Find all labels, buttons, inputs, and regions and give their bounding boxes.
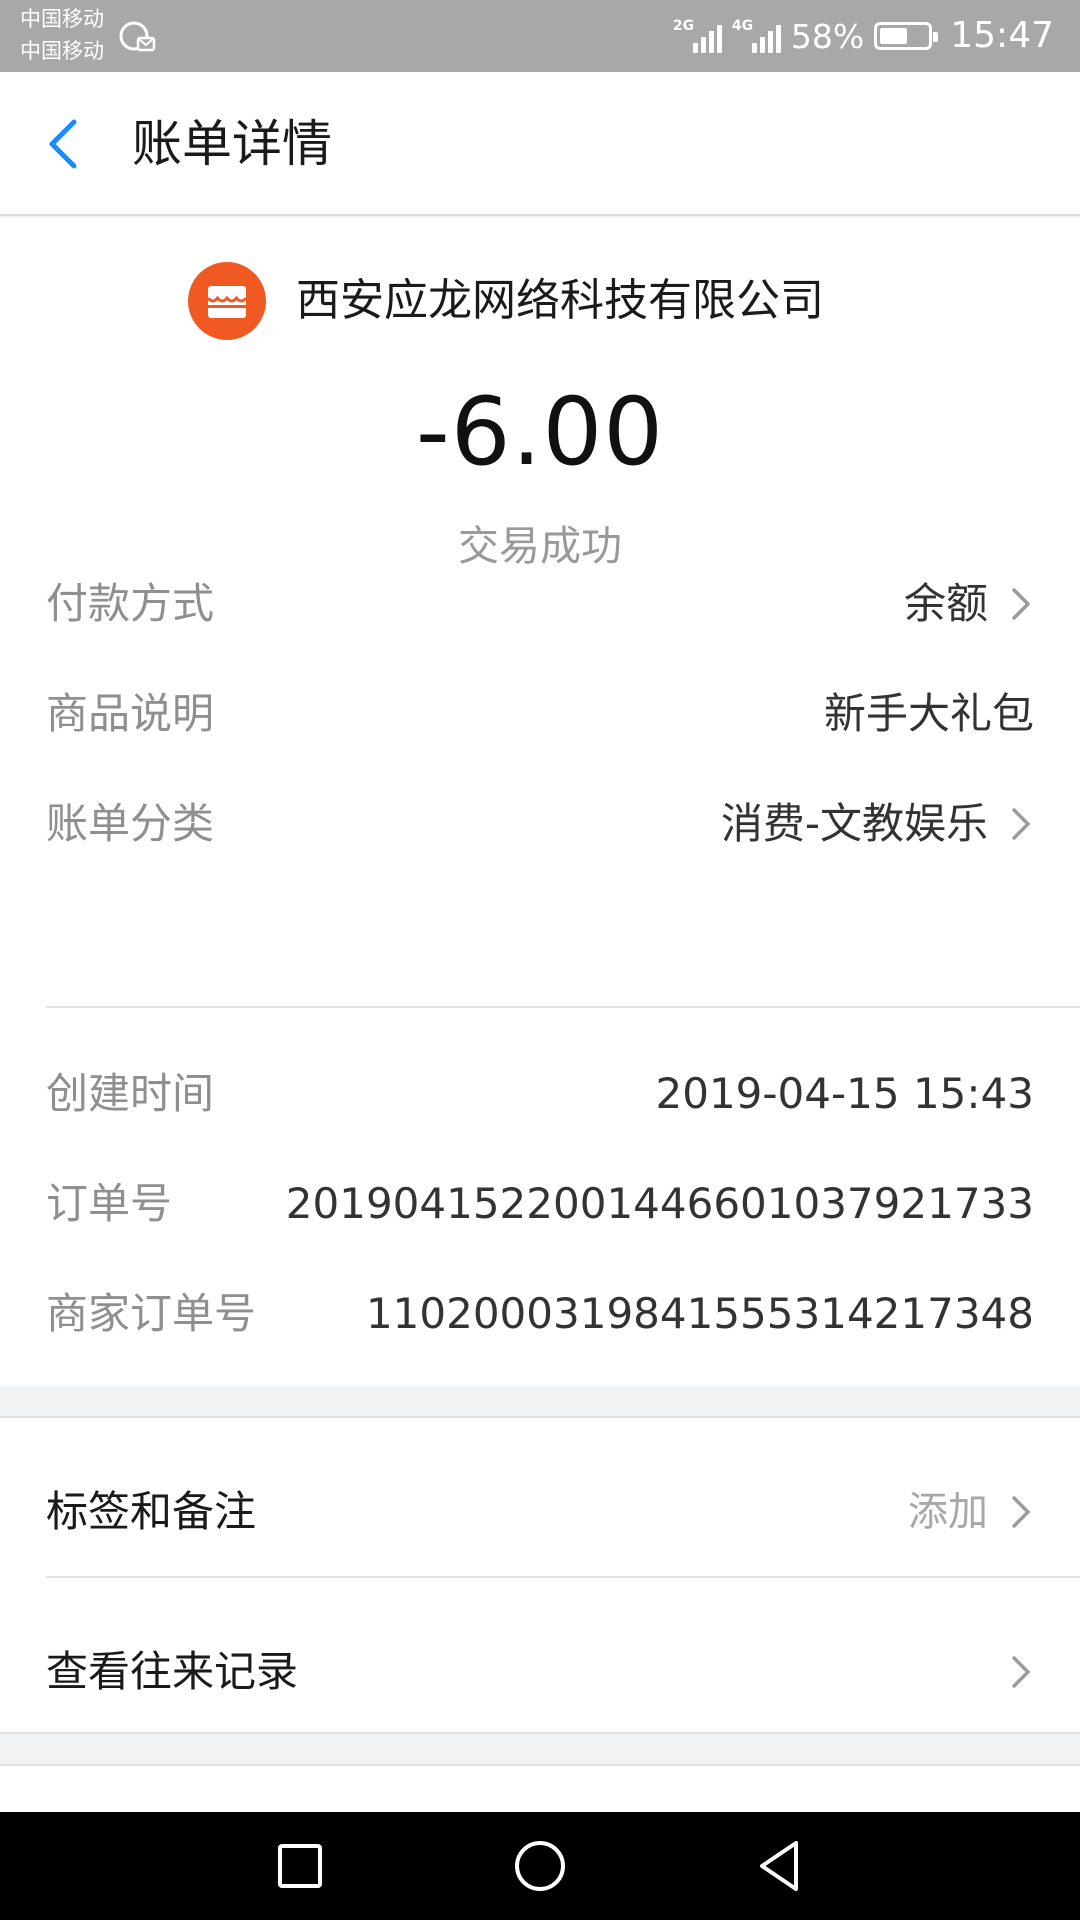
tags-notes-add: 添加 <box>908 1489 988 1535</box>
chevron-right-icon <box>1012 808 1030 840</box>
merchant-row: 西安应龙网络科技有限公司 <box>188 262 824 340</box>
sim1-signal-icon: 2G <box>673 19 722 53</box>
view-history-row[interactable]: 查看往来记录 <box>46 1640 1034 1704</box>
battery-percent: 58% <box>790 16 865 56</box>
app-header: 账单详情 <box>0 72 1080 216</box>
battery-icon <box>874 22 939 50</box>
merchant-order-number-label: 商家订单号 <box>46 1289 257 1338</box>
status-bar: 中国移动 中国移动 2G 4G 58% 15:47 <box>0 0 1080 72</box>
order-number-label: 订单号 <box>46 1179 173 1228</box>
page-title: 账单详情 <box>132 115 332 173</box>
order-number-value[interactable]: 20190415220014466010379217​33 <box>286 1172 1034 1236</box>
system-nav-bar <box>0 1812 1080 1920</box>
hd-call-icon <box>119 21 156 52</box>
merchant-name: 西安应龙网络科技有限公司 <box>296 275 824 326</box>
bill-category-row[interactable]: 账单分类 消费-文教娱乐 <box>46 792 1034 856</box>
sim2-signal-icon: 4G <box>732 19 781 53</box>
clock: 15:47 <box>950 15 1054 56</box>
chevron-right-icon <box>1012 1496 1030 1528</box>
created-time-value: 2019-04-15 15:43 <box>655 1069 1034 1118</box>
bill-category-value: 消费-文教娱乐 <box>720 799 988 848</box>
back-button[interactable] <box>40 116 90 172</box>
merchant-order-number-value[interactable]: 11020003198415553142173​48 <box>366 1282 1034 1346</box>
payment-method-value: 余额 <box>903 579 988 628</box>
tags-notes-row[interactable]: 标签和备注 添加 <box>46 1480 1034 1544</box>
bill-category-label: 账单分类 <box>46 799 215 848</box>
chevron-right-icon <box>1012 588 1030 620</box>
product-description-label: 商品说明 <box>46 689 215 738</box>
more-section <box>0 1764 1080 1812</box>
transaction-amount: -6.00 <box>415 378 665 487</box>
home-button[interactable] <box>510 1836 570 1896</box>
actions-card: 标签和备注 添加 查看往来记录 <box>0 1416 1080 1734</box>
order-number-row: 订单号 20190415220014466010379217​33 <box>46 1172 1034 1236</box>
carrier-2-label: 中国移动 <box>20 39 104 63</box>
chevron-right-icon <box>1012 1656 1030 1688</box>
sim2-network-label: 4G <box>731 18 754 34</box>
carrier-1-label: 中国移动 <box>20 7 104 31</box>
actions-divider <box>46 1576 1080 1578</box>
back-nav-button[interactable] <box>750 1836 810 1896</box>
product-description-row: 商品说明 新手大礼包 <box>46 682 1034 746</box>
merchant-order-number-row: 商家订单号 11020003198415553142173​48 <box>46 1282 1034 1346</box>
tags-notes-label: 标签和备注 <box>46 1487 257 1536</box>
store-icon <box>188 262 266 340</box>
product-description-value: 新手大礼包 <box>823 689 1034 738</box>
transaction-status: 交易成功 <box>458 522 622 570</box>
bill-summary-card: 西安应龙网络科技有限公司 -6.00 交易成功 付款方式 余额 商品说明 新手大… <box>0 218 1080 1386</box>
sim1-network-label: 2G <box>672 18 695 34</box>
recent-apps-button[interactable] <box>270 1836 330 1896</box>
payment-method-row[interactable]: 付款方式 余额 <box>46 572 1034 636</box>
section-divider <box>46 1006 1080 1008</box>
created-time-label: 创建时间 <box>46 1069 215 1118</box>
payment-method-label: 付款方式 <box>46 579 215 628</box>
chevron-left-icon <box>49 119 77 169</box>
view-history-label: 查看往来记录 <box>46 1647 299 1696</box>
created-time-row: 创建时间 2019-04-15 15:43 <box>46 1062 1034 1126</box>
